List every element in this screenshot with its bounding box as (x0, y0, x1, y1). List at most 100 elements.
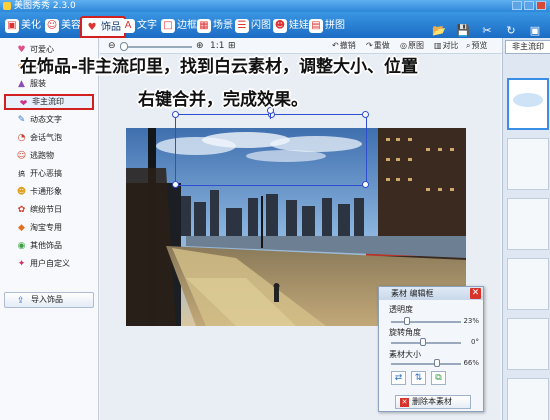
heart-icon: ♥ (85, 21, 99, 35)
picture-icon: ▣ (5, 19, 19, 33)
speech-bubble-icon: ◔ (17, 133, 26, 143)
tab-makeup[interactable]: ☺ 美容 (42, 16, 84, 36)
material-thumbnail-panel: 非主流印 (502, 38, 550, 420)
size-label: 素材大小 (389, 350, 421, 359)
cloud-material-thumbnail[interactable] (507, 78, 549, 130)
material-thumbnail[interactable] (507, 378, 549, 420)
zoom-out-icon[interactable]: ⊖ (108, 40, 116, 52)
sidebar-item-other[interactable]: ◉ 其他饰品 (4, 238, 94, 254)
sidebar-item-label: 服装 (30, 79, 46, 88)
sidebar-item-taobao[interactable]: ◆ 淘宝专用 (4, 220, 94, 236)
dialog-title-bar: 素材 编辑框 ✕ (379, 287, 483, 300)
material-thumbnail[interactable] (507, 318, 549, 370)
flip-horizontal-button[interactable]: ⇄ (391, 371, 406, 385)
rotate-handle-stem (270, 113, 271, 119)
cartoon-icon: ☻ (16, 187, 27, 197)
fit-screen-icon[interactable]: ⊞ (228, 40, 236, 52)
resize-handle[interactable] (172, 111, 179, 118)
copy-material-button[interactable]: ⧉ (431, 371, 446, 385)
flip-horizontal-icon: ⇄ (394, 373, 403, 383)
close-button[interactable] (536, 1, 546, 10)
window-title: 美图秀秀 2.3.0 (14, 1, 76, 11)
save-icon: 💾 (456, 24, 470, 37)
dialog-close-button[interactable]: ✕ (470, 288, 481, 299)
tab-scene[interactable]: ▦ 场景 (194, 16, 236, 36)
tab-beautify[interactable]: ▣ 美化 (2, 16, 44, 36)
sidebar-item-label: 卡通形象 (30, 187, 62, 196)
flip-vertical-button[interactable]: ⇅ (411, 371, 426, 385)
delete-material-button[interactable]: ✕ 删除本素材 (395, 395, 471, 409)
transparency-slider-knob[interactable] (404, 317, 411, 325)
transparency-slider[interactable] (391, 321, 461, 323)
sidebar-item-label: 逃跑物 (30, 151, 54, 160)
sidebar-item-clothing[interactable]: ▲ 服装 (4, 76, 94, 92)
material-category-tab[interactable]: 非主流印 (505, 40, 550, 54)
rotate-icon: ↻ (506, 24, 516, 37)
resize-handle[interactable] (362, 181, 369, 188)
size-slider-knob[interactable] (434, 359, 441, 367)
sidebar-item-label: 其他饰品 (30, 241, 62, 250)
maximize-button[interactable] (524, 1, 534, 10)
original-button[interactable]: ◎原图 (400, 40, 424, 52)
custom-icon: ✦ (17, 259, 26, 269)
compare-button[interactable]: ▥对比 (434, 40, 459, 52)
import-accessory-button[interactable]: ⇪ 导入饰品 (4, 292, 94, 308)
import-label: 导入饰品 (31, 295, 63, 304)
material-thumbnail[interactable] (507, 138, 549, 190)
zoom-ratio-button[interactable]: 1:1 (210, 40, 224, 52)
zoom-in-icon[interactable]: ⊕ (196, 40, 204, 52)
instruction-text-line-1: 在饰品-非主流印里，找到白云素材，调整大小、位置 (20, 57, 419, 77)
zoom-slider[interactable] (120, 46, 192, 48)
sidebar-item-festival[interactable]: ✿ 缤纷节日 (4, 202, 94, 218)
zoom-slider-knob[interactable] (120, 42, 128, 51)
tab-puzzle[interactable]: ▤ 拼图 (306, 16, 348, 36)
crop-icon: ▣ (529, 24, 541, 37)
material-selection-box[interactable] (172, 111, 369, 188)
main-tab-bar: ▣美化 ☺美容 ♥饰品 A文字 □边框 ▦场景 ☰闪图 ☻娃娃 ▤拼图 📂打开 … (0, 12, 550, 47)
sidebar-item-label: 会话气泡 (30, 133, 62, 142)
material-thumbnail[interactable] (507, 258, 549, 310)
transparency-value: 23% (463, 317, 479, 325)
resize-handle[interactable] (172, 181, 179, 188)
redo-icon: ↷ (366, 41, 373, 50)
import-icon: ⇪ (17, 296, 25, 306)
resize-handle[interactable] (362, 111, 369, 118)
sidebar-item-speech-bubble[interactable]: ◔ 会话气泡 (4, 130, 94, 146)
scene-icon: ▦ (197, 19, 211, 33)
sidebar-item-animated-text[interactable]: ✎ 动态文字 (4, 112, 94, 128)
sidebar-item-label: 缤纷节日 (30, 205, 62, 214)
flash-icon: ☰ (235, 19, 249, 33)
cloud-icon (513, 93, 543, 107)
size-slider[interactable] (391, 363, 461, 365)
sidebar-item-escape[interactable]: ☺ 逃跑物 (4, 148, 94, 164)
sidebar-item-user-custom[interactable]: ✦ 用户自定义 (4, 256, 94, 272)
funny-icon: 搞 (18, 170, 25, 178)
copy-icon: ⧉ (435, 373, 442, 383)
redo-button[interactable]: ↷重做 (366, 40, 390, 52)
rotation-slider-knob[interactable] (419, 338, 426, 346)
delete-icon: ✕ (400, 398, 409, 407)
tab-label: 美容 (61, 20, 81, 31)
minimize-button[interactable] (512, 1, 522, 10)
tab-flash[interactable]: ☰ 闪图 (232, 16, 274, 36)
sidebar-item-cartoon[interactable]: ☻ 卡通形象 (4, 184, 94, 200)
sidebar-item-funny[interactable]: 搞开心恶搞 (4, 166, 94, 182)
compare-icon: ▥ (434, 41, 442, 50)
original-icon: ◎ (400, 41, 407, 50)
puzzle-icon: ▤ (309, 19, 323, 33)
material-thumbnail[interactable] (507, 198, 549, 250)
preview-button[interactable]: ⌕预览 (466, 40, 487, 52)
taobao-icon: ◆ (18, 223, 25, 233)
undo-button[interactable]: ↶撤销 (332, 40, 356, 52)
sidebar-item-non-mainstream[interactable]: ❤ 非主流印 (4, 94, 94, 110)
sidebar-item-label: 非主流印 (32, 97, 64, 106)
lips-icon: ❤ (19, 99, 28, 109)
original-label: 原图 (407, 41, 424, 50)
face-icon: ☺ (45, 19, 59, 33)
rotation-slider[interactable] (391, 342, 461, 344)
dialog-title: 素材 编辑框 (391, 289, 434, 298)
tab-label: 美化 (21, 20, 41, 31)
size-value: 66% (463, 359, 479, 367)
text-icon: A (121, 19, 135, 33)
tab-text[interactable]: A 文字 (118, 16, 160, 36)
